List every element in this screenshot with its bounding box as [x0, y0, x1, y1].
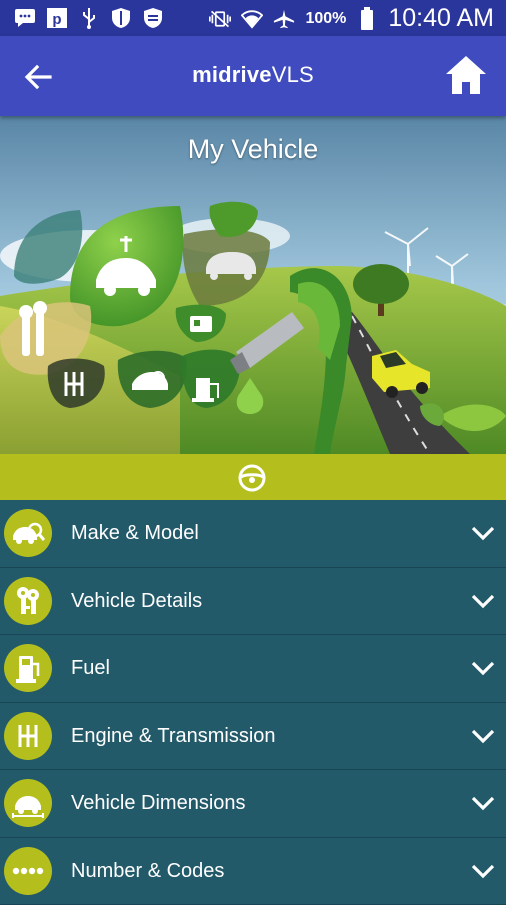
section-make-model[interactable]: Make & Model [0, 500, 506, 568]
section-label: Engine & Transmission [71, 725, 276, 748]
hero-illustration [0, 116, 506, 454]
chevron-down-icon[interactable] [470, 792, 496, 814]
p-app-icon: p [46, 6, 68, 30]
chevron-down-icon[interactable] [470, 522, 496, 544]
shield-icon [110, 6, 132, 30]
chevron-down-icon[interactable] [470, 657, 496, 679]
app-title-light: VLS [272, 62, 314, 87]
home-button[interactable] [444, 54, 488, 96]
dots-icon [4, 847, 52, 895]
section-label: Fuel [71, 657, 110, 680]
home-icon [444, 54, 488, 96]
chevron-down-icon[interactable] [470, 860, 496, 882]
app-bar: midriveVLS [0, 36, 506, 116]
usb-icon [78, 6, 100, 30]
keys-icon [4, 577, 52, 625]
section-vehicle-details[interactable]: Vehicle Details [0, 568, 506, 636]
section-label: Vehicle Dimensions [71, 792, 246, 815]
steering-wheel-icon [237, 463, 267, 493]
app-title-bold: midrive [192, 62, 272, 87]
section-number-codes[interactable]: Number & Codes [0, 838, 506, 905]
section-engine-transmission[interactable]: Engine & Transmission [0, 703, 506, 771]
message-icon [14, 6, 36, 30]
section-label: Make & Model [71, 522, 199, 545]
svg-text:p: p [52, 11, 61, 28]
battery-icon [356, 7, 378, 31]
section-tab-strip [0, 454, 506, 500]
chevron-down-icon[interactable] [470, 590, 496, 612]
car-search-icon [4, 509, 52, 557]
app-title: midriveVLS [0, 62, 506, 88]
page-title: My Vehicle [0, 134, 506, 165]
section-label: Number & Codes [71, 860, 224, 883]
vibrate-icon [209, 7, 231, 31]
steering-wheel-button[interactable] [237, 463, 267, 493]
shield-icon [142, 6, 164, 30]
section-label: Vehicle Details [71, 590, 202, 613]
car-dimensions-icon [4, 779, 52, 827]
hero-banner: My Vehicle [0, 116, 506, 454]
airplane-icon [273, 7, 295, 31]
chevron-down-icon[interactable] [470, 725, 496, 747]
section-vehicle-dimensions[interactable]: Vehicle Dimensions [0, 770, 506, 838]
wifi-icon [241, 7, 263, 31]
gear-shift-icon [4, 712, 52, 760]
status-bar: p 100% 10:40 AM [0, 0, 506, 36]
fuel-pump-icon [4, 644, 52, 692]
section-fuel[interactable]: Fuel [0, 635, 506, 703]
status-time: 10:40 AM [388, 4, 494, 33]
battery-percent: 100% [305, 10, 346, 28]
vehicle-sections-list: Make & Model Vehicle Details Fuel Engine… [0, 500, 506, 905]
